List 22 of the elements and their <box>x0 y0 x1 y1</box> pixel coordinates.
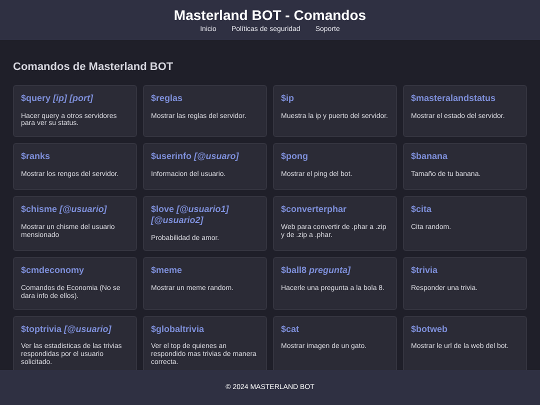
command-name: $toptrivia [@usuario] <box>21 324 112 334</box>
command-name: $banana <box>411 151 449 162</box>
command-name: $ball8 pregunta] <box>281 265 352 276</box>
command-name: $query [ip] [port] <box>21 93 94 104</box>
command-name: $botweb <box>411 324 449 334</box>
command-name: $ranks <box>21 151 52 162</box>
command-name: $ip <box>281 93 296 104</box>
command-name: $cmdeconomy <box>21 265 86 276</box>
command-name: $cat <box>281 324 300 334</box>
command-name: $globaltrivia <box>151 324 206 334</box>
command-name: $converterphar <box>281 204 348 215</box>
command-name: $pong <box>281 151 309 162</box>
command-name: $meme <box>151 265 184 276</box>
command-name: $reglas <box>151 93 184 104</box>
command-name: $trivia <box>411 265 439 276</box>
command-name: $userinfo [@usuaro] <box>151 151 240 162</box>
command-name: $cita <box>411 204 433 215</box>
command-name: $love [@usuario1] [@usuario2] <box>151 204 230 226</box>
command-name: $chisme [@usuario] <box>21 204 108 215</box>
page-title: Masterland BOT - Comandos <box>174 7 366 23</box>
command-name: $masteralandstatus <box>411 93 497 104</box>
section-title: Comandos de Masterland BOT <box>13 61 174 73</box>
